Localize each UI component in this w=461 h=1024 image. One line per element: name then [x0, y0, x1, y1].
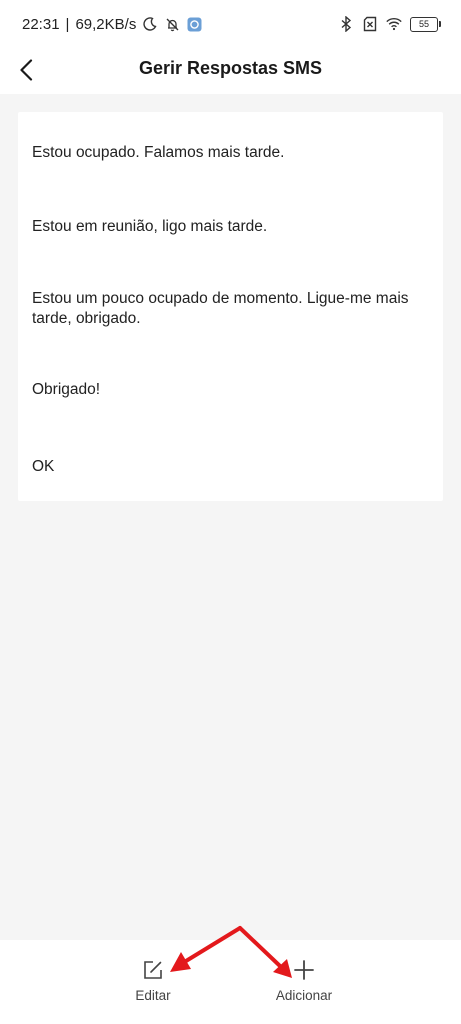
status-left: 22:31 | 69,2KB/s: [22, 16, 202, 33]
edit-button[interactable]: Editar: [128, 958, 178, 1003]
sim-off-icon: [362, 16, 378, 32]
network-speed: 69,2KB/s: [75, 15, 137, 33]
status-right: 55: [338, 16, 441, 32]
status-time: 22:31: [22, 15, 60, 33]
battery-level: 55: [410, 16, 438, 32]
bluetooth-icon: [338, 16, 354, 32]
moon-icon: [142, 16, 158, 32]
edit-label: Editar: [135, 988, 171, 1003]
header: Gerir Respostas SMS: [0, 48, 461, 94]
status-bar: 22:31 | 69,2KB/s 55: [0, 0, 461, 48]
reply-item[interactable]: Obrigado!: [32, 380, 412, 400]
status-separator: |: [65, 15, 70, 33]
edit-icon: [141, 958, 165, 982]
reply-item[interactable]: Estou ocupado. Falamos mais tarde.: [32, 143, 412, 163]
wifi-icon: [386, 16, 402, 32]
page-title: Gerir Respostas SMS: [138, 58, 323, 78]
plus-icon: [292, 958, 316, 982]
reply-item[interactable]: OK: [32, 457, 412, 477]
replies-list: Estou ocupado. Falamos mais tarde. Estou…: [18, 112, 443, 501]
reply-item[interactable]: Estou em reunião, ligo mais tarde.: [32, 217, 412, 237]
reply-item[interactable]: Estou um pouco ocupado de momento. Ligue…: [32, 289, 412, 329]
battery-icon: 55: [410, 16, 441, 32]
battery-tip: [439, 21, 441, 27]
add-button[interactable]: Adicionar: [270, 958, 338, 1003]
add-label: Adicionar: [275, 988, 333, 1003]
bell-off-icon: [164, 16, 180, 32]
app-notification-icon: [186, 16, 202, 32]
bottom-action-bar: Editar Adicionar: [0, 940, 461, 1024]
